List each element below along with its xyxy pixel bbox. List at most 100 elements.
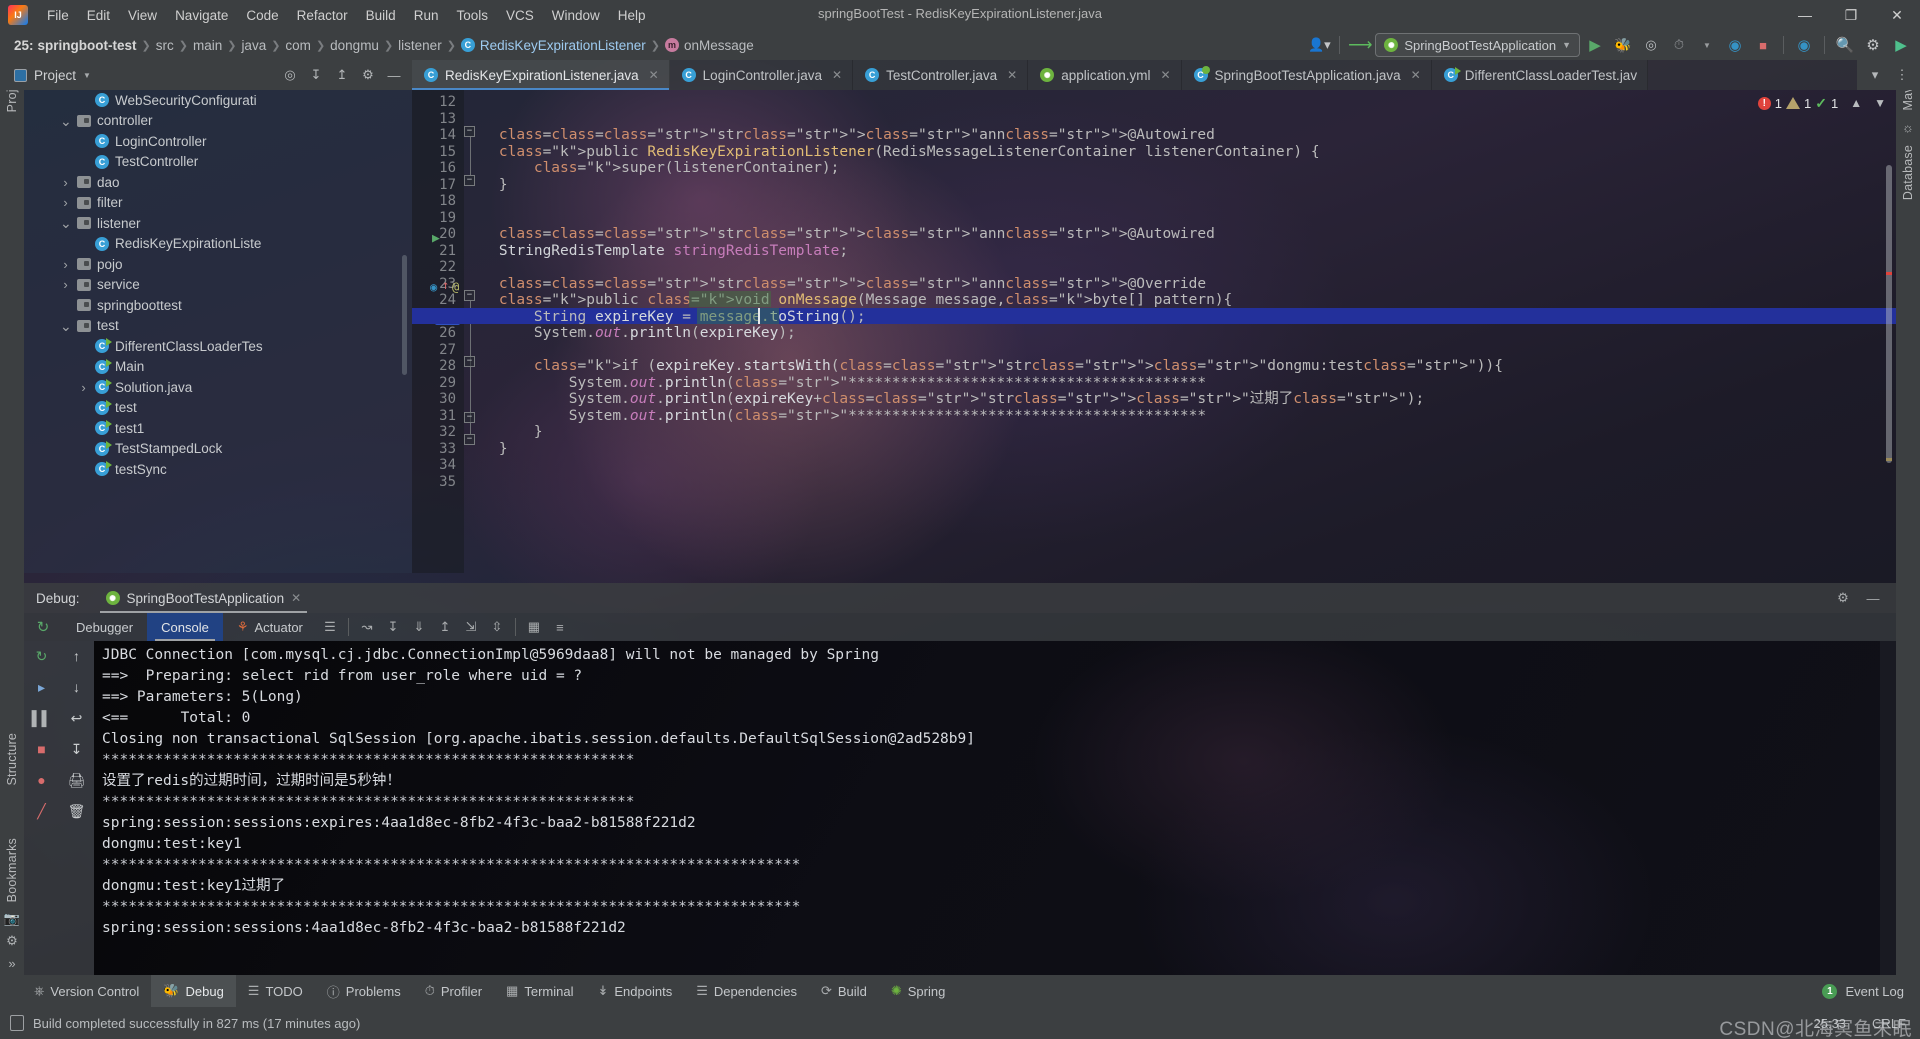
caret-position[interactable]: 25:33 xyxy=(1814,1016,1847,1031)
tab-application-yml[interactable]: ✺ application.yml ✕ xyxy=(1028,60,1182,90)
tree-item[interactable]: › C Solution.java xyxy=(24,377,412,398)
breadcrumb-listener[interactable]: listener xyxy=(394,38,446,53)
previous-problem-icon[interactable]: ▲ xyxy=(1850,96,1862,110)
code-line[interactable]: class=class=class="str">"strclass="str">… xyxy=(464,127,1215,144)
hide-icon[interactable]: — xyxy=(1860,585,1886,611)
tree-item[interactable]: C TestStampedLock xyxy=(24,439,412,460)
settings-icon[interactable]: ⚙ xyxy=(1,930,23,952)
tab-springboottestapplication[interactable]: C SpringBootTestApplication.java ✕ xyxy=(1181,60,1432,90)
rerun-icon[interactable]: ↻ xyxy=(24,618,62,636)
override-gutter-icon[interactable]: ◉ xyxy=(430,280,437,294)
code-line[interactable]: class="k">public class="k">void onMessag… xyxy=(464,292,1232,309)
chevron-right-icon[interactable]: › xyxy=(60,175,71,190)
settings-icon[interactable]: ⚙ xyxy=(356,63,380,87)
tree-item[interactable]: ⌄ listener xyxy=(24,213,412,234)
tree-item[interactable]: Ctest xyxy=(24,398,412,419)
chevron-right-icon[interactable]: › xyxy=(60,257,71,272)
project-tree[interactable]: C WebSecurityConfigurati ⌄ controller C Login… xyxy=(24,90,412,573)
tree-item[interactable]: › filter xyxy=(24,193,412,214)
chevron-down-icon[interactable]: ⌄ xyxy=(60,114,72,128)
close-icon[interactable]: ✕ xyxy=(649,68,659,82)
updates-icon[interactable]: ⟶ xyxy=(1347,33,1373,57)
console-scrollbar[interactable] xyxy=(1880,641,1896,975)
stop-icon[interactable]: ■ xyxy=(1750,33,1776,57)
debug-session-tab[interactable]: ✺ SpringBootTestApplication ✕ xyxy=(99,583,308,613)
editor-gutter[interactable]: 1213141516171819202122232425262728293031… xyxy=(412,90,464,573)
menu-build[interactable]: Build xyxy=(357,4,405,27)
breadcrumb-class[interactable]: C RedisKeyExpirationListener xyxy=(457,38,650,53)
code-line[interactable]: class="k">super(listenerContainer); xyxy=(464,160,840,177)
code-line[interactable]: String expireKey = message.toString(); xyxy=(464,309,866,326)
line-separator[interactable]: CRLF xyxy=(1872,1016,1906,1031)
code-line[interactable]: } xyxy=(464,177,508,194)
run-gutter-icon[interactable]: ▶ xyxy=(432,231,440,246)
step-over-icon[interactable]: ↝ xyxy=(354,614,380,640)
close-button[interactable]: ✕ xyxy=(1874,0,1920,30)
search-icon[interactable]: 🔍 xyxy=(1832,33,1858,57)
drop-frame-icon[interactable]: ⇳ xyxy=(484,614,510,640)
overridden-gutter-icon[interactable]: ↑ xyxy=(442,278,449,292)
code-line[interactable]: } xyxy=(464,441,508,458)
locate-icon[interactable]: ◎ xyxy=(278,63,302,87)
inspection-widget[interactable]: ! 1 1 ✓ 1 ▲ ▼ xyxy=(1757,92,1886,114)
performance-meter-icon[interactable]: ◉ xyxy=(1722,33,1748,57)
tool-window-terminal[interactable]: ▦ Terminal xyxy=(494,975,585,1007)
print-icon[interactable]: 🖨 xyxy=(64,769,90,791)
code-line[interactable]: class="k">public RedisKeyExpirationListe… xyxy=(464,144,1320,161)
project-tool-button[interactable]: Project ▼ xyxy=(0,68,91,83)
tree-item[interactable]: › dao xyxy=(24,172,412,193)
tree-item[interactable]: ⌄ controller xyxy=(24,111,412,132)
tree-item[interactable]: C WebSecurityConfigurati xyxy=(24,90,412,111)
settings-icon[interactable]: ⚙ xyxy=(1830,585,1856,611)
run-to-cursor-icon[interactable]: ⇲ xyxy=(458,614,484,640)
menu-help[interactable]: Help xyxy=(609,4,655,27)
maximize-button[interactable]: ❐ xyxy=(1828,0,1874,30)
trash-icon[interactable]: 🗑 xyxy=(64,800,90,822)
code-line[interactable]: } xyxy=(464,424,543,441)
collapse-all-icon[interactable]: ↥ xyxy=(330,63,354,87)
force-step-into-icon[interactable]: ⇓ xyxy=(406,614,432,640)
tool-window-build[interactable]: ⟳ Build xyxy=(809,975,879,1007)
code-line[interactable]: System.out.println(class="str">"********… xyxy=(464,408,1206,425)
evaluate-expression-icon[interactable]: ▦ xyxy=(521,614,547,640)
code-content[interactable]: class=class=class="str">"strclass="str">… xyxy=(412,90,1920,573)
error-stripe-marker[interactable] xyxy=(1886,272,1892,275)
profiler-dropdown-icon[interactable]: ▼ xyxy=(1694,33,1720,57)
close-icon[interactable]: ✕ xyxy=(1160,68,1170,82)
code-line[interactable]: class="k">if (expireKey.startsWith(class… xyxy=(464,358,1503,375)
menu-file[interactable]: File xyxy=(38,4,78,27)
tree-item[interactable]: springboottest xyxy=(24,295,412,316)
tab-debugger[interactable]: Debugger xyxy=(62,613,147,641)
menu-tools[interactable]: Tools xyxy=(447,4,497,27)
ide-feature-icon[interactable]: ▶ xyxy=(1888,33,1914,57)
chevron-down-icon[interactable]: ⌄ xyxy=(60,216,72,230)
settings-icon[interactable]: ≡ xyxy=(547,614,573,640)
menu-vcs[interactable]: VCS xyxy=(497,4,543,27)
tab-rediskeyexpirationlistener[interactable]: C RedisKeyExpirationListener.java ✕ xyxy=(412,60,670,90)
tree-item[interactable]: Ctest1 xyxy=(24,418,412,439)
editor-scrollbar[interactable] xyxy=(1886,165,1892,463)
settings-icon[interactable]: ⚙ xyxy=(1860,33,1886,57)
run-configuration-selector[interactable]: ✺ SpringBootTestApplication ▼ xyxy=(1375,33,1580,57)
breadcrumb-main[interactable]: main xyxy=(189,38,226,53)
strip-label-database[interactable]: Database xyxy=(1901,139,1915,206)
user-account-icon[interactable]: 👤▾ xyxy=(1306,33,1332,57)
code-line[interactable]: class=class=class="str">"strclass="str">… xyxy=(464,276,1206,293)
breakpoints-icon[interactable]: ● xyxy=(29,769,55,791)
tab-logincontroller[interactable]: C LoginController.java ✕ xyxy=(669,60,854,90)
tab-differentclassloadertest[interactable]: C DifferentClassLoaderTest.jav xyxy=(1431,60,1649,90)
code-line[interactable]: System.out.println(expireKey+class=class… xyxy=(464,391,1425,408)
close-icon[interactable]: ✕ xyxy=(1007,68,1017,82)
menu-view[interactable]: View xyxy=(119,4,166,27)
breadcrumb-project[interactable]: springboot-test xyxy=(34,38,141,53)
hide-icon[interactable]: — xyxy=(382,63,406,87)
profiler-icon[interactable]: ⏱ xyxy=(1666,33,1692,57)
tool-window-debug[interactable]: 🐝 Debug xyxy=(151,975,236,1007)
up-icon[interactable]: ↑ xyxy=(64,645,90,667)
tab-console[interactable]: Console xyxy=(147,613,223,641)
menu-window[interactable]: Window xyxy=(543,4,609,27)
chevron-right-icon[interactable]: › xyxy=(60,195,71,210)
menu-run[interactable]: Run xyxy=(405,4,448,27)
minimize-button[interactable]: — xyxy=(1782,0,1828,30)
stop-icon[interactable]: ■ xyxy=(29,738,55,760)
